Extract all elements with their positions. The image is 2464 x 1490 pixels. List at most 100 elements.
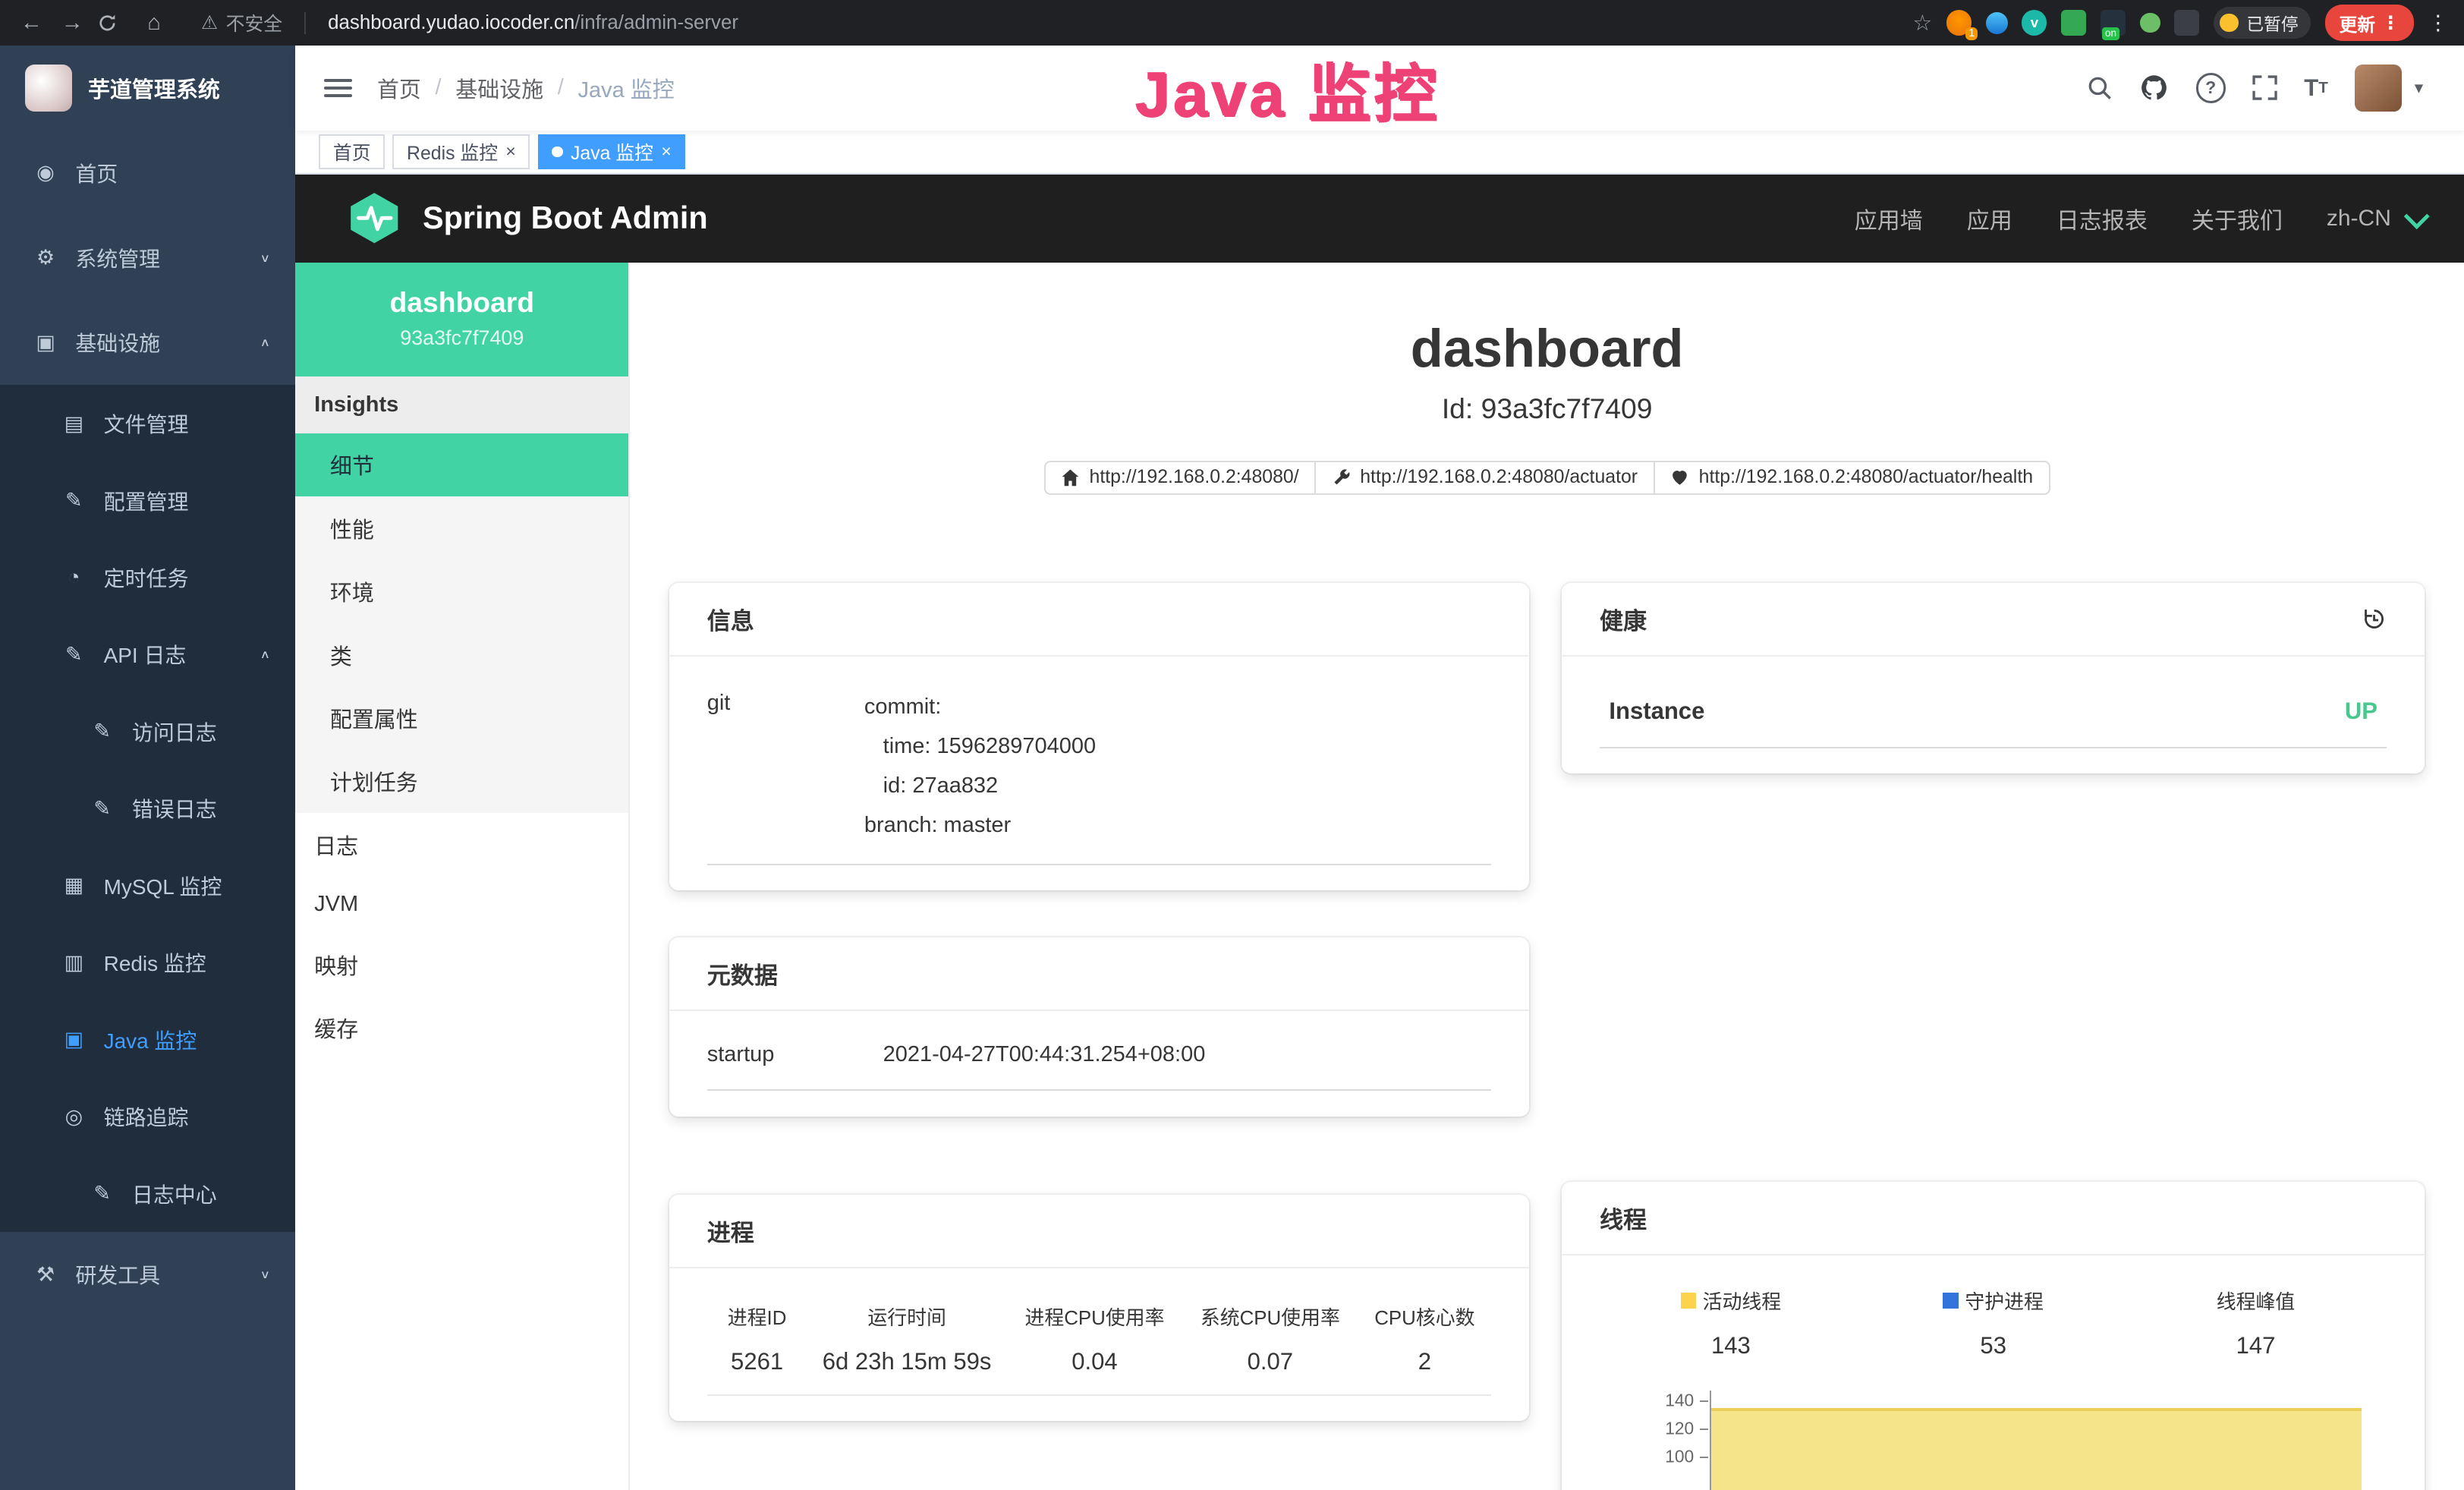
chrome-update-button[interactable]: 更新 ⋮ bbox=[2325, 5, 2414, 40]
divider bbox=[304, 12, 306, 34]
forward-icon[interactable]: → bbox=[57, 11, 88, 36]
close-icon[interactable]: × bbox=[661, 141, 671, 162]
sidebar-item-devtools[interactable]: ⚒ 研发工具 ∨ bbox=[0, 1232, 295, 1317]
legend-label: 线程峰值 bbox=[2217, 1287, 2296, 1315]
home-icon bbox=[1061, 468, 1080, 487]
menu-item-details[interactable]: 细节 bbox=[295, 433, 628, 496]
admin-sidebar: 芋道管理系统 ◉ 首页 ⚙ 系统管理 ∨ ▣ 基础设施 ∧ ▤文件管理 ✎配置管… bbox=[0, 46, 295, 1490]
sidebar-item-api-log[interactable]: ✎API 日志∧ bbox=[0, 616, 295, 693]
sidebar-item-system[interactable]: ⚙ 系统管理 ∨ bbox=[0, 216, 295, 301]
github-icon[interactable] bbox=[2139, 73, 2169, 102]
address-bar[interactable]: dashboard.yudao.iocoder.cn/infra/admin-s… bbox=[328, 12, 738, 34]
process-col-label: 运行时间 bbox=[807, 1303, 1006, 1331]
menu-item-mappings[interactable]: 映射 bbox=[295, 933, 628, 996]
browser-menu-icon[interactable]: ⋮ bbox=[2428, 11, 2448, 35]
paused-extension-pill[interactable]: 已暂停 bbox=[2214, 7, 2311, 38]
metadata-row: startup 2021-04-27T00:44:31.254+08:00 bbox=[707, 1042, 1491, 1091]
extension-icon-teal[interactable]: v bbox=[2022, 10, 2047, 35]
avatar[interactable] bbox=[2355, 65, 2402, 112]
avatar-caret-icon[interactable]: ▾ bbox=[2415, 77, 2423, 98]
update-menu-icon: ⋮ bbox=[2381, 12, 2399, 34]
y-tick-mark bbox=[1700, 1400, 1707, 1402]
security-label: 不安全 bbox=[226, 9, 283, 36]
chevron-down-icon: ∨ bbox=[260, 1268, 271, 1282]
font-size-icon[interactable]: TT bbox=[2304, 74, 2328, 102]
sidebar-item-log-center[interactable]: ✎日志中心 bbox=[0, 1155, 295, 1232]
url-domain: dashboard.yudao.iocoder.cn bbox=[328, 12, 574, 33]
sidebar-item-files[interactable]: ▤文件管理 bbox=[0, 385, 295, 461]
sidebar-item-access-log[interactable]: ✎访问日志 bbox=[0, 693, 295, 770]
endpoint-health-button[interactable]: http://192.168.0.2:48080/actuator/health bbox=[1654, 461, 2050, 496]
extension-icon-grid[interactable] bbox=[2061, 10, 2086, 35]
sba-brand[interactable]: Spring Boot Admin bbox=[346, 190, 708, 247]
sba-nav-wall[interactable]: 应用墙 bbox=[1855, 202, 1923, 235]
close-icon[interactable]: × bbox=[505, 141, 515, 162]
menu-item-jvm[interactable]: JVM bbox=[295, 877, 628, 933]
sidebar-item-redis[interactable]: ▥Redis 监控 bbox=[0, 925, 295, 1001]
menu-item-metrics[interactable]: 性能 bbox=[295, 496, 628, 559]
sidebar-item-java-monitor[interactable]: ▣Java 监控 bbox=[0, 1001, 295, 1078]
endpoint-buttons: http://192.168.0.2:48080/ http://192.168… bbox=[630, 461, 2464, 496]
extension-icon-proxy[interactable]: on bbox=[2101, 10, 2126, 35]
dashboard-icon: ◉ bbox=[31, 161, 59, 184]
y-tick-mark bbox=[1700, 1457, 1707, 1458]
sidebar-item-jobs[interactable]: ◔定时任务 bbox=[0, 539, 295, 616]
menu-section-insights: Insights bbox=[295, 376, 628, 433]
breadcrumb-home[interactable]: 首页 bbox=[377, 72, 421, 104]
process-col-label: 系统CPU使用率 bbox=[1182, 1303, 1358, 1331]
insights-submenu: 细节 性能 环境 类 配置属性 计划任务 bbox=[295, 433, 628, 813]
bookmark-star-icon[interactable]: ☆ bbox=[1912, 10, 1932, 36]
history-icon[interactable] bbox=[2362, 606, 2387, 632]
endpoint-root-button[interactable]: http://192.168.0.2:48080/ bbox=[1044, 461, 1317, 496]
menu-item-classes[interactable]: 类 bbox=[295, 623, 628, 686]
warning-icon: ⚠ bbox=[201, 11, 218, 34]
menu-item-caches[interactable]: 缓存 bbox=[295, 996, 628, 1059]
help-icon[interactable]: ? bbox=[2196, 73, 2226, 102]
process-col-value: 2 bbox=[1358, 1348, 1492, 1375]
y-tick-label: 120 bbox=[1638, 1419, 1695, 1439]
search-icon[interactable] bbox=[2086, 74, 2113, 101]
tab-java-monitor[interactable]: Java 监控× bbox=[538, 134, 686, 169]
threads-legend: 活动线程143 守护进程53 线程峰值147 bbox=[1600, 1287, 2387, 1359]
legend-value: 143 bbox=[1600, 1332, 1862, 1359]
threads-card: 线程 活动线程143 守护进程53 线程峰值147 140 bbox=[1562, 1182, 2425, 1490]
sidebar-item-config[interactable]: ✎配置管理 bbox=[0, 462, 295, 539]
extension-icon-drop[interactable] bbox=[1986, 12, 2008, 34]
fullscreen-icon[interactable] bbox=[2252, 75, 2277, 100]
sidebar-item-tracing[interactable]: ◎链路追踪 bbox=[0, 1079, 295, 1155]
extensions-puzzle-icon[interactable] bbox=[2174, 10, 2199, 35]
reload-icon[interactable] bbox=[97, 13, 128, 33]
sidebar-item-home[interactable]: ◉ 首页 bbox=[0, 131, 295, 216]
instance-header[interactable]: dashboard 93a3fc7f7409 bbox=[295, 263, 628, 377]
sidebar-item-label: 首页 bbox=[75, 158, 118, 188]
sba-locale-select[interactable]: zh-CN bbox=[2327, 206, 2423, 232]
sidebar-item-infra[interactable]: ▣ 基础设施 ∧ bbox=[0, 300, 295, 385]
menu-item-environment[interactable]: 环境 bbox=[295, 560, 628, 623]
home-icon[interactable]: ⌂ bbox=[138, 11, 169, 36]
menu-item-config-props[interactable]: 配置属性 bbox=[295, 686, 628, 749]
health-card: 健康 Instance UP bbox=[1562, 583, 2425, 773]
app-logo-row[interactable]: 芋道管理系统 bbox=[0, 46, 295, 131]
breadcrumb-infra[interactable]: 基础设施 bbox=[455, 72, 543, 104]
menu-item-scheduled-tasks[interactable]: 计划任务 bbox=[295, 750, 628, 813]
site-security[interactable]: ⚠ 不安全 bbox=[201, 9, 282, 36]
endpoint-actuator-button[interactable]: http://192.168.0.2:48080/actuator bbox=[1314, 461, 1655, 496]
sba-nav-journal[interactable]: 日志报表 bbox=[2056, 202, 2148, 235]
sidebar-item-error-log[interactable]: ✎错误日志 bbox=[0, 770, 295, 847]
y-tick-label: 140 bbox=[1638, 1390, 1695, 1410]
sba-nav-applications[interactable]: 应用 bbox=[1967, 202, 2012, 235]
chevron-up-icon: ∧ bbox=[260, 648, 271, 662]
endpoint-url: http://192.168.0.2:48080/actuator/health bbox=[1699, 467, 2033, 488]
gear-icon: ⚙ bbox=[31, 246, 59, 269]
sba-nav-about[interactable]: 关于我们 bbox=[2192, 202, 2283, 235]
hamburger-icon[interactable] bbox=[324, 79, 352, 98]
sidebar-item-mysql[interactable]: ▦MySQL 监控 bbox=[0, 847, 295, 924]
database-icon: ▥ bbox=[60, 951, 88, 975]
tab-home[interactable]: 首页 bbox=[319, 134, 385, 169]
extension-icon-orange[interactable]: 1 bbox=[1946, 10, 1972, 35]
back-icon[interactable]: ← bbox=[16, 11, 47, 36]
extension-icon-leaf[interactable] bbox=[2140, 13, 2160, 33]
tab-redis-monitor[interactable]: Redis 监控× bbox=[392, 134, 530, 169]
menu-item-logs[interactable]: 日志 bbox=[295, 813, 628, 876]
database-icon: ▦ bbox=[60, 874, 88, 897]
